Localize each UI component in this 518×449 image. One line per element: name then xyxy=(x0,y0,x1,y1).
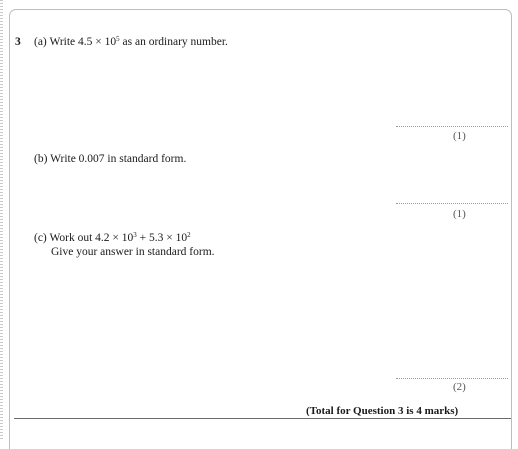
part-c-label: (c) xyxy=(34,232,47,244)
part-c-expr-1: Work out 4.2 × 10 xyxy=(49,232,134,244)
part-c-marks: (2) xyxy=(453,381,466,393)
page-edge-strip xyxy=(0,0,3,441)
part-c-text: (c) Work out 4.2 × 103 + 5.3 × 102 xyxy=(34,231,191,245)
bottom-rule xyxy=(14,418,511,419)
part-c-exp-2: 2 xyxy=(187,231,191,239)
part-b-text: (b) Write 0.007 in standard form. xyxy=(34,152,186,166)
part-a-text: (a) Write 4.5 × 105 as an ordinary numbe… xyxy=(34,35,228,49)
total-marks: (Total for Question 3 is 4 marks) xyxy=(306,405,459,417)
part-b-answer-line[interactable] xyxy=(396,203,508,204)
question-panel xyxy=(9,9,512,449)
part-a-label: (a) xyxy=(34,36,47,48)
part-a-suffix: as an ordinary number. xyxy=(119,36,228,48)
part-c-answer-line[interactable] xyxy=(396,378,508,379)
part-c-instruction: Give your answer in standard form. xyxy=(51,246,215,258)
part-a-answer-line[interactable] xyxy=(396,126,508,127)
part-a-expression: Write 4.5 × 10 xyxy=(49,36,117,48)
part-b-label: (b) xyxy=(34,153,48,165)
part-b-body: Write 0.007 in standard form. xyxy=(50,153,187,165)
part-c-expr-2: + 5.3 × 10 xyxy=(136,232,188,244)
question-number: 3 xyxy=(15,36,21,48)
part-a-marks: (1) xyxy=(453,130,466,142)
part-b-marks: (1) xyxy=(453,208,466,220)
